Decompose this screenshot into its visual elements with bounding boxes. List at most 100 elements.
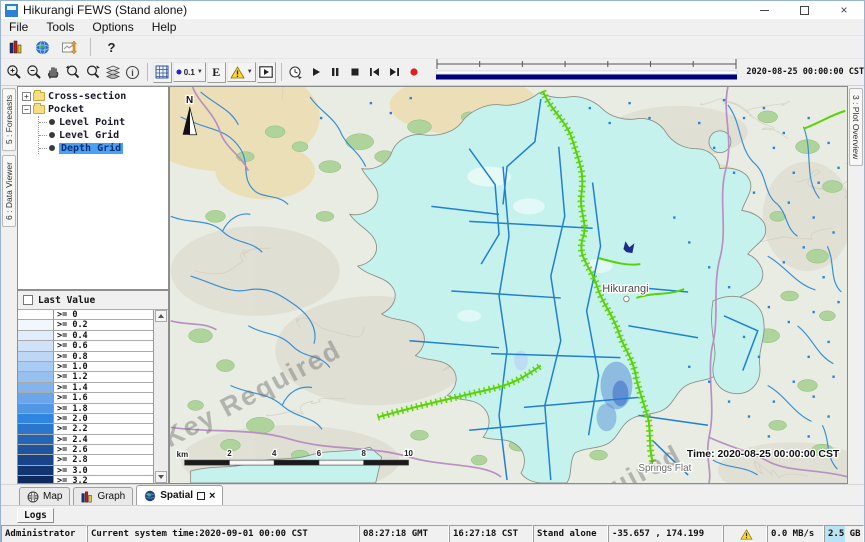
legend-row[interactable]: >= 1.2 <box>18 372 153 382</box>
tree-node-label-selected[interactable]: Depth Grid <box>59 143 123 154</box>
legend-row[interactable]: >= 0.4 <box>18 331 153 341</box>
play-box-icon <box>259 66 273 78</box>
tree-node-level-grid[interactable]: Level Grid <box>39 129 168 141</box>
zoom-next-button[interactable] <box>84 62 103 83</box>
legend-row[interactable]: >= 0 <box>18 310 153 320</box>
town-marker <box>623 296 629 302</box>
contour-interval-dropdown[interactable]: 0.1 ▼ <box>173 62 206 82</box>
tab-graph[interactable]: Graph <box>73 487 133 505</box>
title-bar: Hikurangi FEWS (Stand alone) × <box>1 1 864 19</box>
tab-spatial[interactable]: Spatial × <box>136 485 223 505</box>
map-toolbar: i 0.1 ▼ E ▼ <box>1 58 864 86</box>
scroll-up-button[interactable] <box>155 310 167 322</box>
time-slider[interactable] <box>434 58 739 87</box>
legend-row[interactable]: >= 3.2 <box>18 476 153 483</box>
spatial-display-button[interactable] <box>32 37 53 58</box>
record-icon <box>409 67 419 77</box>
tree-node-cross-section[interactable]: + Cross-section <box>20 90 168 102</box>
collapse-icon[interactable]: − <box>22 105 31 114</box>
tree-node-label[interactable]: Level Point <box>59 117 125 128</box>
menu-help[interactable]: Help <box>152 20 177 34</box>
database-display-button[interactable] <box>5 37 26 58</box>
skip-start-icon <box>369 67 380 77</box>
play-button[interactable] <box>306 62 325 83</box>
status-warning-cell[interactable] <box>723 525 767 542</box>
info-button[interactable]: i <box>123 62 142 83</box>
main-toolbar: ? <box>1 36 864 58</box>
restore-panel-icon[interactable] <box>197 492 205 500</box>
tab-plot-overview[interactable]: 3 : Plot Overview <box>849 88 863 166</box>
menu-options[interactable]: Options <box>92 20 133 34</box>
maximize-button[interactable] <box>784 1 824 19</box>
tree-node-level-point[interactable]: Level Point <box>39 116 168 128</box>
legend-scrollbar[interactable] <box>154 310 168 483</box>
tree-node-label[interactable]: Pocket <box>48 104 84 115</box>
record-button[interactable] <box>405 62 424 83</box>
topology-tree: + Cross-section − Pocket Level Point <box>17 86 169 290</box>
tab-forecasts[interactable]: 5 : Forecasts <box>2 88 16 151</box>
thresholds-dropdown[interactable]: ▼ <box>227 62 256 82</box>
last-value-checkbox[interactable] <box>23 295 33 305</box>
pan-button[interactable] <box>44 62 63 83</box>
first-frame-button[interactable] <box>365 62 384 83</box>
logs-row: Logs <box>1 505 864 525</box>
legend-row[interactable]: >= 2.4 <box>18 435 153 445</box>
stop-button[interactable] <box>346 62 365 83</box>
zoom-out-button[interactable] <box>25 62 44 83</box>
legend-swatch <box>18 424 54 433</box>
legend-row[interactable]: >= 0.2 <box>18 320 153 330</box>
legend-panel: Last Value >= 0>= 0.2>= 0.4>= 0.6>= 0.8>… <box>17 290 169 484</box>
legend-row[interactable]: >= 2.6 <box>18 445 153 455</box>
wire-globe-icon <box>27 491 39 503</box>
folder-icon <box>33 92 45 101</box>
legend-label: >= 1.4 <box>54 383 153 392</box>
timeseries-dialog-button[interactable] <box>59 37 80 58</box>
legend-row[interactable]: >= 0.8 <box>18 352 153 362</box>
legend-row[interactable]: >= 2.8 <box>18 455 153 465</box>
legend-swatch <box>18 466 54 475</box>
animation-window-button[interactable] <box>257 62 276 83</box>
legend-swatch <box>18 320 54 329</box>
minimize-button[interactable] <box>744 1 784 19</box>
menu-bar: File Tools Options Help <box>1 19 864 36</box>
legend-row[interactable]: >= 1.0 <box>18 362 153 372</box>
menu-file[interactable]: File <box>9 20 28 34</box>
zoom-previous-button[interactable] <box>64 62 83 83</box>
scroll-down-button[interactable] <box>155 471 167 483</box>
play-icon <box>311 67 321 77</box>
map-view[interactable]: API Key Required API Key Required Hikura… <box>169 86 848 484</box>
editor-button[interactable]: E <box>207 62 226 83</box>
legend-row[interactable]: >= 2.0 <box>18 414 153 424</box>
last-frame-button[interactable] <box>385 62 404 83</box>
toolbar-separator <box>147 63 148 81</box>
tab-data-viewer[interactable]: 6 : Data Viewer <box>2 155 16 227</box>
legend-label: >= 3.0 <box>54 466 153 475</box>
legend-row[interactable]: >= 1.4 <box>18 383 153 393</box>
layers-button[interactable] <box>104 62 123 83</box>
help-button[interactable]: ? <box>101 37 122 58</box>
tree-node-pocket[interactable]: − Pocket <box>20 103 168 115</box>
menu-tools[interactable]: Tools <box>46 20 74 34</box>
legend-row[interactable]: >= 3.0 <box>18 466 153 476</box>
legend-row[interactable]: >= 1.6 <box>18 393 153 403</box>
zoom-out-icon <box>26 64 42 80</box>
tab-map[interactable]: Map <box>19 487 70 505</box>
town-label: Hikurangi <box>602 283 648 295</box>
legend-row[interactable]: >= 1.8 <box>18 404 153 414</box>
expand-icon[interactable]: + <box>22 92 31 101</box>
logs-button[interactable]: Logs <box>17 508 54 523</box>
close-tab-icon[interactable]: × <box>209 490 215 502</box>
layers-icon <box>105 65 121 79</box>
tree-node-label[interactable]: Cross-section <box>48 91 126 102</box>
tree-node-depth-grid[interactable]: Depth Grid <box>39 142 168 154</box>
zoom-in-icon <box>6 64 22 80</box>
grid-display-button[interactable] <box>153 62 172 83</box>
legend-row[interactable]: >= 0.6 <box>18 341 153 351</box>
close-button[interactable]: × <box>824 1 864 19</box>
pause-button[interactable] <box>326 62 345 83</box>
animation-settings-button[interactable] <box>287 62 306 83</box>
legend-row[interactable]: >= 2.2 <box>18 424 153 434</box>
zoom-in-button[interactable] <box>5 62 24 83</box>
node-bullet-icon <box>49 119 55 125</box>
tree-node-label[interactable]: Level Grid <box>59 130 119 141</box>
